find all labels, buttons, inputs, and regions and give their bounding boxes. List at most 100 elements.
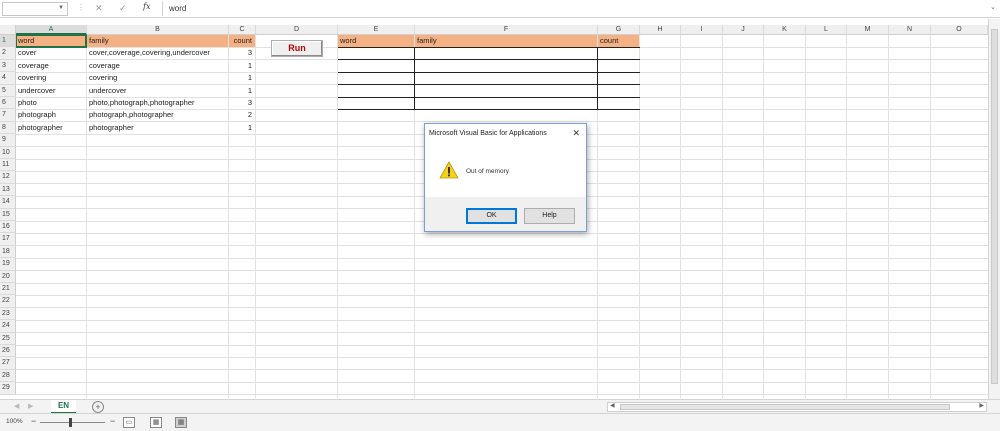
row-header-3[interactable]: 3 xyxy=(0,59,16,73)
row-header-4[interactable]: 4 xyxy=(0,72,16,85)
row-header-10[interactable]: 10 xyxy=(0,146,16,159)
page-layout-view-icon[interactable]: ▭ xyxy=(123,417,135,428)
table-cell[interactable]: covering xyxy=(87,72,228,84)
run-button[interactable]: Run xyxy=(271,40,323,57)
zoom-out-icon[interactable]: − xyxy=(31,416,36,426)
table-cell[interactable]: photo xyxy=(16,97,86,109)
column-header-b[interactable]: B xyxy=(87,25,229,35)
row-header-5[interactable]: 5 xyxy=(0,84,16,97)
zoom-in-icon[interactable]: − xyxy=(110,416,115,426)
table-cell[interactable]: cover xyxy=(16,47,86,59)
row-header-7[interactable]: 7 xyxy=(0,109,16,122)
expand-formula-bar-icon[interactable]: ⌄ xyxy=(990,3,996,11)
column-header-h[interactable]: H xyxy=(640,25,681,35)
column-header-a[interactable]: A xyxy=(16,25,87,35)
table-cell[interactable]: 1 xyxy=(229,122,255,134)
row-header-13[interactable]: 13 xyxy=(0,183,16,197)
row-header-28[interactable]: 28 xyxy=(0,369,16,383)
enter-icon[interactable]: ✓ xyxy=(119,3,127,14)
column-header-c[interactable]: C xyxy=(229,25,256,35)
vertical-scroll-thumb[interactable] xyxy=(991,29,998,384)
column-header-m[interactable]: M xyxy=(847,25,889,35)
ok-button[interactable]: OK xyxy=(466,208,517,224)
row-header-9[interactable]: 9 xyxy=(0,134,16,147)
row-header-18[interactable]: 18 xyxy=(0,245,16,259)
page-break-view-icon[interactable]: ▦ xyxy=(150,417,162,428)
select-all-corner[interactable] xyxy=(0,25,16,35)
row-header-19[interactable]: 19 xyxy=(0,258,16,271)
row-header-2[interactable]: 2 xyxy=(0,47,16,60)
column-header-f[interactable]: F xyxy=(415,25,598,35)
cell-a1[interactable]: word xyxy=(16,35,87,49)
row-header-1[interactable]: 1 xyxy=(0,35,16,48)
column-header-n[interactable]: N xyxy=(889,25,931,35)
column-header-i[interactable]: I xyxy=(681,25,723,35)
scroll-right-icon[interactable]: ▶ xyxy=(979,402,984,409)
horizontal-scrollbar[interactable]: ◀ ▶ xyxy=(607,402,987,412)
column-header-o[interactable]: O xyxy=(931,25,988,35)
row-header-22[interactable]: 22 xyxy=(0,295,16,308)
insert-function-icon[interactable]: fx xyxy=(143,2,150,11)
zoom-slider[interactable] xyxy=(40,422,105,423)
column-header-d[interactable]: D xyxy=(256,25,338,35)
row-header-11[interactable]: 11 xyxy=(0,159,16,172)
row-header-8[interactable]: 8 xyxy=(0,121,16,135)
row-header-29[interactable]: 29 xyxy=(0,382,16,395)
row-header-15[interactable]: 15 xyxy=(0,208,16,221)
table-cell[interactable]: undercover xyxy=(16,85,86,97)
close-icon[interactable]: ✕ xyxy=(572,124,580,143)
add-sheet-icon[interactable]: + xyxy=(92,401,104,413)
row-header-12[interactable]: 12 xyxy=(0,171,16,184)
table-cell[interactable]: cover,coverage,covering,undercover xyxy=(87,47,228,59)
cancel-icon[interactable]: ✕ xyxy=(95,3,103,14)
zoom-slider-thumb[interactable] xyxy=(69,418,72,427)
next-sheet-icon[interactable]: ▶ xyxy=(28,402,33,410)
row-header-14[interactable]: 14 xyxy=(0,196,16,209)
row-header-6[interactable]: 6 xyxy=(0,97,16,110)
table-cell[interactable]: 1 xyxy=(229,72,255,84)
column-header-l[interactable]: L xyxy=(806,25,847,35)
cell-b1[interactable]: family xyxy=(87,35,228,48)
horizontal-scroll-thumb[interactable] xyxy=(620,404,950,410)
row-header-20[interactable]: 20 xyxy=(0,270,16,283)
table-cell[interactable]: undercover xyxy=(87,85,228,97)
row-header-21[interactable]: 21 xyxy=(0,283,16,296)
cell-c1[interactable]: count xyxy=(229,35,255,48)
table-cell[interactable]: coverage xyxy=(87,60,228,72)
column-header-k[interactable]: K xyxy=(764,25,806,35)
column-header-g[interactable]: G xyxy=(598,25,640,35)
row-header-23[interactable]: 23 xyxy=(0,307,16,321)
prev-sheet-icon[interactable]: ◀ xyxy=(14,402,19,410)
vertical-scrollbar[interactable] xyxy=(988,19,1000,399)
table-cell[interactable]: 1 xyxy=(229,85,255,97)
table-cell[interactable]: 3 xyxy=(229,47,255,59)
normal-view-icon[interactable]: ▦ xyxy=(175,417,187,428)
cell-g1[interactable]: count xyxy=(598,35,639,48)
table-cell[interactable]: 3 xyxy=(229,97,255,109)
name-box[interactable]: ▼ xyxy=(2,2,68,16)
row-header-16[interactable]: 16 xyxy=(0,221,16,234)
column-header-e[interactable]: E xyxy=(338,25,415,35)
table-cell[interactable]: photograph,photographer xyxy=(87,109,228,121)
formula-input[interactable]: word xyxy=(162,1,988,16)
zoom-level[interactable]: 100% xyxy=(6,418,23,425)
table-cell[interactable]: 1 xyxy=(229,60,255,72)
row-header-26[interactable]: 26 xyxy=(0,345,16,358)
table-cell[interactable]: coverage xyxy=(16,60,86,72)
table-cell[interactable]: 2 xyxy=(229,109,255,121)
table-cell[interactable]: photograph xyxy=(16,109,86,121)
sheet-tab-en[interactable]: EN xyxy=(51,400,76,414)
cell-f1[interactable]: family xyxy=(415,35,597,48)
column-header-j[interactable]: J xyxy=(723,25,764,35)
row-header-24[interactable]: 24 xyxy=(0,320,16,333)
row-header-25[interactable]: 25 xyxy=(0,332,16,345)
table-cell[interactable]: photographer xyxy=(87,122,228,134)
table-cell[interactable]: photographer xyxy=(16,122,86,134)
chevron-down-icon[interactable]: ▼ xyxy=(58,5,64,11)
scroll-left-icon[interactable]: ◀ xyxy=(610,402,615,409)
cell-e1[interactable]: word xyxy=(338,35,414,48)
row-header-27[interactable]: 27 xyxy=(0,357,16,370)
table-cell[interactable]: photo,photograph,photographer xyxy=(87,97,228,109)
table-cell[interactable]: covering xyxy=(16,72,86,84)
help-button[interactable]: Help xyxy=(524,208,575,224)
